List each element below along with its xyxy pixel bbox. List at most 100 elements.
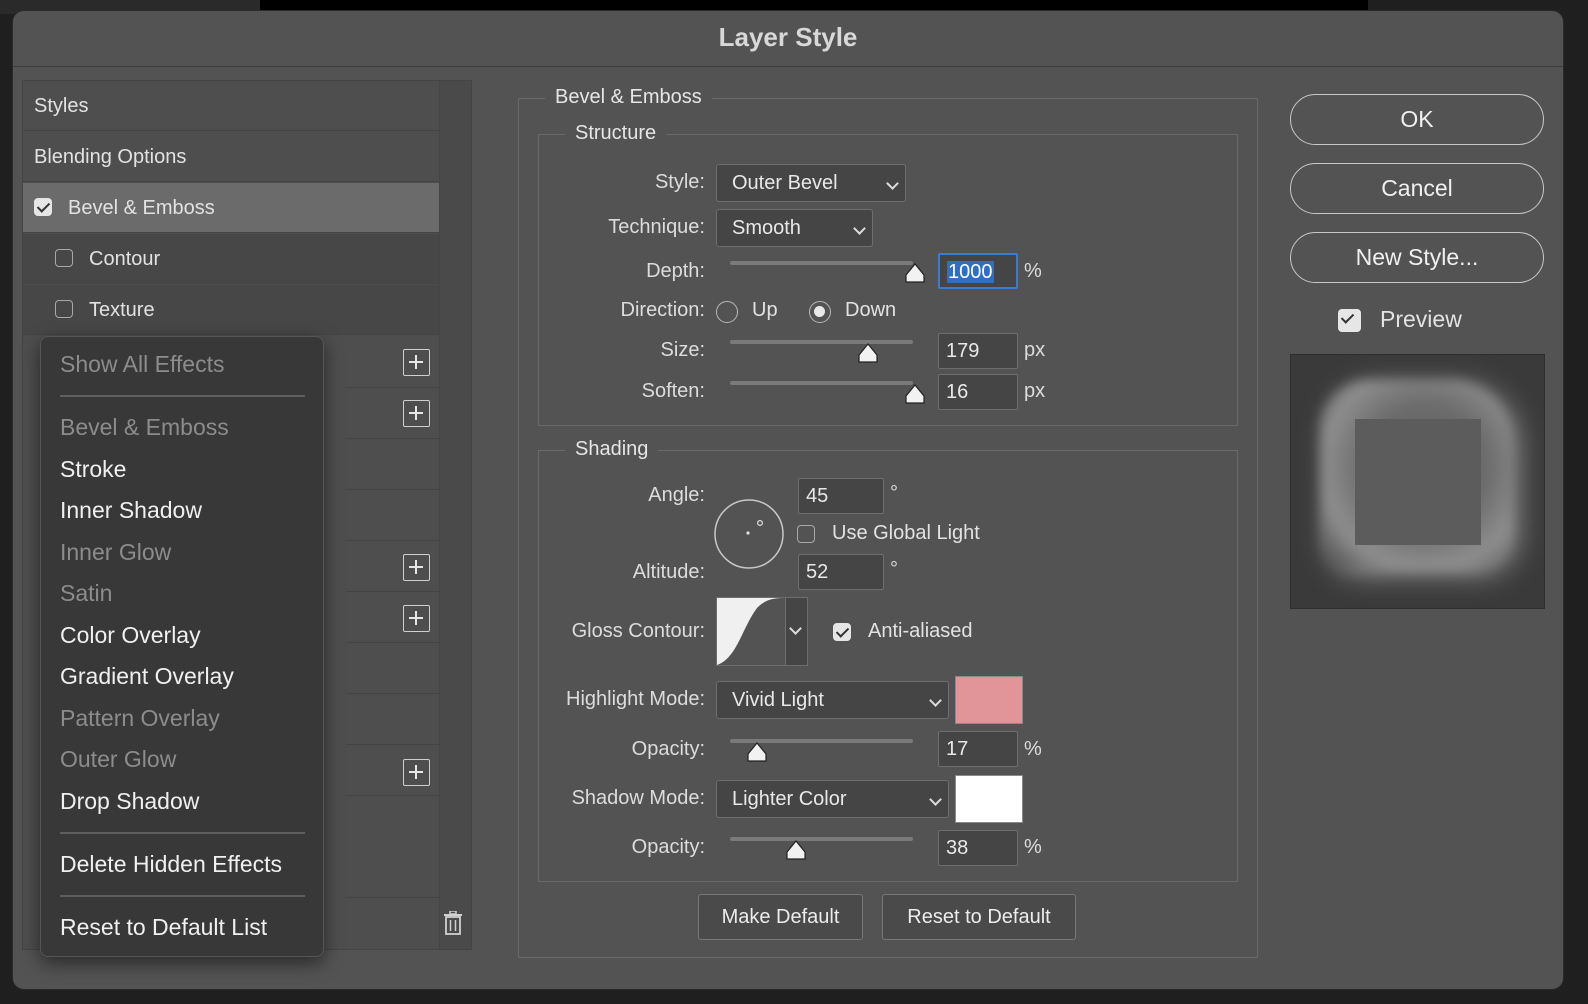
angle-dial-icon[interactable] (713, 498, 785, 570)
ok-button[interactable]: OK (1290, 94, 1544, 145)
menu-item-inner-shadow[interactable]: Inner Shadow (60, 497, 202, 524)
menu-item-color-overlay[interactable]: Color Overlay (60, 622, 201, 649)
altitude-input-value: 52 (806, 561, 829, 583)
soften-slider-thumb[interactable] (904, 383, 926, 405)
reset-to-default-button[interactable]: Reset to Default (882, 894, 1076, 940)
shading-title: Shading (565, 438, 659, 461)
gloss-contour-picker[interactable] (716, 597, 808, 666)
menu-item-outer-glow[interactable]: Outer Glow (60, 746, 176, 773)
angle-input-value: 45 (806, 485, 829, 507)
row-divider (346, 387, 439, 388)
gloss-contour-curve-icon (717, 598, 785, 665)
direction-up-radio[interactable] (716, 301, 738, 323)
anti-aliased-checkbox[interactable] (833, 623, 851, 641)
menu-separator (60, 832, 305, 834)
soften-label: Soften: (641, 380, 705, 402)
soften-unit: px (1024, 380, 1046, 402)
menu-item-reset-default-list[interactable]: Reset to Default List (60, 914, 267, 941)
shadow-color-swatch[interactable] (955, 775, 1023, 823)
texture-checkbox[interactable] (55, 299, 73, 318)
size-input[interactable]: 179 (938, 333, 1018, 369)
highlight-color-swatch[interactable] (955, 676, 1023, 724)
menu-item-stroke[interactable]: Stroke (60, 456, 126, 483)
soften-input-value: 16 (946, 381, 969, 403)
highlight-mode-label: Highlight Mode: (566, 688, 705, 710)
angle-label: Angle: (648, 484, 705, 506)
bevel-emboss-checkbox[interactable] (34, 197, 52, 216)
add-gradient-overlay-icon[interactable] (403, 605, 430, 632)
highlight-opacity-label: Opacity: (631, 738, 705, 760)
use-global-light-checkbox[interactable] (797, 525, 815, 543)
depth-input[interactable]: 1000 (938, 253, 1018, 289)
effects-item-label: Bevel & Emboss (68, 197, 215, 219)
altitude-input[interactable]: 52 (798, 554, 884, 590)
effects-item-bevel-emboss[interactable]: Bevel & Emboss (23, 183, 439, 233)
chevron-down-icon (853, 222, 866, 235)
make-default-button[interactable]: Make Default (698, 894, 863, 940)
row-divider (346, 591, 439, 592)
cancel-button[interactable]: Cancel (1290, 163, 1544, 214)
add-inner-shadow-icon[interactable] (403, 400, 430, 427)
effects-item-label: Texture (89, 299, 155, 321)
style-label: Style: (654, 171, 705, 193)
menu-item-bevel-emboss[interactable]: Bevel & Emboss (60, 414, 229, 441)
highlight-opacity-value: 17 (946, 738, 969, 760)
depth-slider-thumb[interactable] (904, 262, 926, 284)
effects-context-menu: Show All Effects Bevel & Emboss Stroke I… (40, 336, 324, 957)
preview-checkbox[interactable] (1338, 309, 1361, 332)
gloss-contour-label: Gloss Contour: (571, 620, 705, 642)
depth-unit: % (1024, 260, 1042, 282)
highlight-mode-select[interactable]: Vivid Light (716, 681, 949, 719)
direction-down-radio[interactable] (809, 301, 831, 323)
menu-separator (60, 895, 305, 897)
chevron-down-icon (929, 694, 942, 707)
effects-item-texture[interactable]: Texture (23, 285, 439, 335)
soften-slider[interactable] (730, 381, 913, 385)
highlight-opacity-unit: % (1024, 738, 1042, 760)
preview-label: Preview (1380, 306, 1462, 332)
size-slider-thumb[interactable] (857, 342, 879, 364)
size-input-value: 179 (946, 340, 980, 362)
menu-item-inner-glow[interactable]: Inner Glow (60, 539, 171, 566)
direction-down-label: Down (845, 299, 897, 321)
depth-label: Depth: (646, 260, 705, 282)
menu-item-pattern-overlay[interactable]: Pattern Overlay (60, 705, 220, 732)
style-select[interactable]: Outer Bevel (716, 164, 906, 202)
direction-up-label: Up (752, 299, 778, 321)
add-drop-shadow-icon[interactable] (403, 759, 430, 786)
menu-item-show-all-effects[interactable]: Show All Effects (60, 351, 225, 378)
highlight-opacity-input[interactable]: 17 (938, 731, 1018, 767)
altitude-degree-unit: ° (890, 558, 898, 580)
shadow-mode-value: Lighter Color (732, 788, 847, 810)
shadow-mode-select[interactable]: Lighter Color (716, 780, 949, 818)
add-color-overlay-icon[interactable] (403, 554, 430, 581)
shadow-opacity-input[interactable]: 38 (938, 830, 1018, 866)
effects-list-scrollbar[interactable] (439, 81, 471, 949)
new-style-button[interactable]: New Style... (1290, 232, 1544, 283)
shadow-opacity-slider-thumb[interactable] (785, 839, 807, 861)
menu-item-satin[interactable]: Satin (60, 580, 112, 607)
depth-slider[interactable] (730, 261, 913, 265)
style-select-value: Outer Bevel (732, 172, 838, 194)
angle-input[interactable]: 45 (798, 478, 884, 514)
effects-item-blending-options[interactable]: Blending Options (23, 132, 439, 182)
altitude-label: Altitude: (632, 561, 705, 583)
highlight-opacity-slider-thumb[interactable] (746, 741, 768, 763)
add-stroke-icon[interactable] (403, 349, 430, 376)
size-slider[interactable] (730, 340, 913, 344)
contour-checkbox[interactable] (55, 248, 73, 267)
technique-label: Technique: (608, 216, 705, 238)
row-divider (346, 795, 439, 796)
effects-item-label: Styles (34, 95, 89, 117)
soften-input[interactable]: 16 (938, 374, 1018, 410)
row-divider (346, 438, 439, 439)
effects-item-contour[interactable]: Contour (23, 234, 439, 284)
trash-icon[interactable] (443, 911, 463, 935)
menu-item-delete-hidden-effects[interactable]: Delete Hidden Effects (60, 851, 282, 878)
shadow-opacity-slider[interactable] (730, 837, 913, 841)
effects-item-styles[interactable]: Styles (23, 81, 439, 131)
row-divider (346, 693, 439, 694)
technique-select[interactable]: Smooth (716, 209, 873, 247)
menu-item-drop-shadow[interactable]: Drop Shadow (60, 788, 199, 815)
menu-item-gradient-overlay[interactable]: Gradient Overlay (60, 663, 234, 690)
